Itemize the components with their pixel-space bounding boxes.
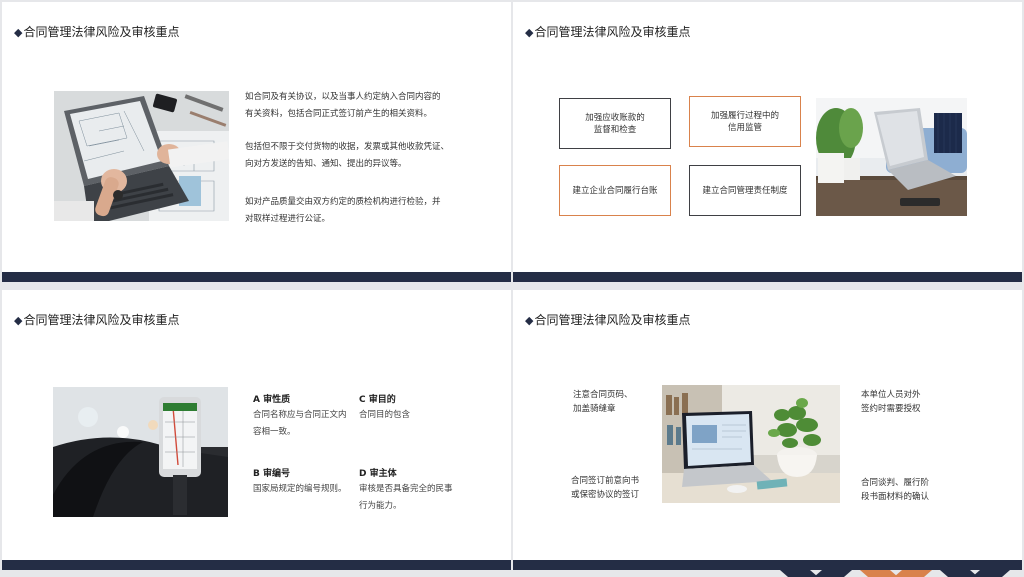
paragraph-line: 如合同及有关协议，以及当事人约定纳入合同内容的 — [245, 92, 441, 102]
slide-title: ◆合同管理法律风险及审核重点 — [525, 313, 691, 327]
box-receivables: 加强应收账款的 监督和检查 — [559, 98, 671, 149]
bottom-bar — [513, 272, 1022, 282]
note-written-materials: 合同谈判、履行阶 段书面材料的确认 — [861, 478, 930, 502]
slide-2[interactable]: ◆合同管理法律风险及审核重点 加强应收账款的 监督和检查 加强履行过程中的 信用监管… — [513, 2, 1022, 282]
paragraph-line: 如对产品质量交由双方约定的质检机构进行检验，并 — [245, 197, 441, 207]
box-credit-supervision: 加强履行过程中的 信用监管 — [689, 96, 801, 147]
diamond-icon: ◆ — [14, 314, 23, 327]
paragraph-line: 包括但不限于交付货物的收据，发票或其他收款凭证、 — [245, 142, 450, 152]
item-desc-a: 合同名称应与合同正文内容相一致。 — [253, 410, 347, 437]
diamond-icon: ◆ — [525, 314, 534, 327]
desk-laptop-plant-photo — [662, 385, 840, 503]
item-desc-b: 国家局规定的编号规则。 — [253, 484, 347, 494]
car-phone-navigation-photo — [53, 387, 228, 517]
paragraph-line: 对取样过程进行公证。 — [245, 214, 331, 224]
box-responsibility: 建立合同管理责任制度 — [689, 165, 801, 216]
bottom-bar — [2, 272, 511, 282]
note-letter-of-intent: 合同签订前意向书 或保密协议的签订 — [571, 476, 640, 500]
slide-3[interactable]: ◆合同管理法律风险及审核重点 A 审性质 合同名称应与合同正文内容相一致。 C … — [2, 290, 511, 570]
slide-title: ◆合同管理法律风险及审核重点 — [14, 25, 180, 39]
bottom-bar — [513, 560, 1022, 570]
item-head-a: A 审性质 — [253, 395, 291, 405]
item-head-c: C 审目的 — [359, 395, 396, 405]
laptop-plant-sofa-photo — [816, 98, 967, 216]
item-desc-c: 合同目的包含 — [359, 410, 411, 420]
bottom-bar — [2, 560, 511, 570]
item-head-d: D 审主体 — [359, 469, 397, 479]
note-page-seal: 注意合同页码、 加盖骑缝章 — [573, 390, 633, 414]
slide-4[interactable]: ◆合同管理法律风险及审核重点 注意合同页码、 加盖骑缝章 本单位人员对外 签约时需要… — [513, 290, 1022, 570]
diamond-icon: ◆ — [14, 26, 23, 39]
note-authorization: 本单位人员对外 签约时需要授权 — [861, 390, 921, 414]
slide-title: ◆合同管理法律风险及审核重点 — [14, 313, 180, 327]
diamond-icon: ◆ — [525, 26, 534, 39]
slide-title: ◆合同管理法律风险及审核重点 — [525, 25, 691, 39]
item-desc-d: 审核是否具备完全的民事行为能力。 — [359, 484, 453, 511]
paragraph-line: 有关资料，包括合同正式签订前产生的相关资料。 — [245, 109, 433, 119]
paragraph-line: 向对方发送的告知、通知、提出的异议等。 — [245, 159, 407, 169]
box-ledger: 建立企业合同履行台账 — [559, 165, 671, 216]
laptop-blueprint-photo — [54, 91, 229, 221]
slide-1[interactable]: ◆合同管理法律风险及审核重点 如合同及有关协议，以及当事人约定纳入合同内容的 有… — [2, 2, 511, 282]
chevron-decoration-icon — [780, 570, 1010, 577]
item-head-b: B 审编号 — [253, 469, 290, 479]
